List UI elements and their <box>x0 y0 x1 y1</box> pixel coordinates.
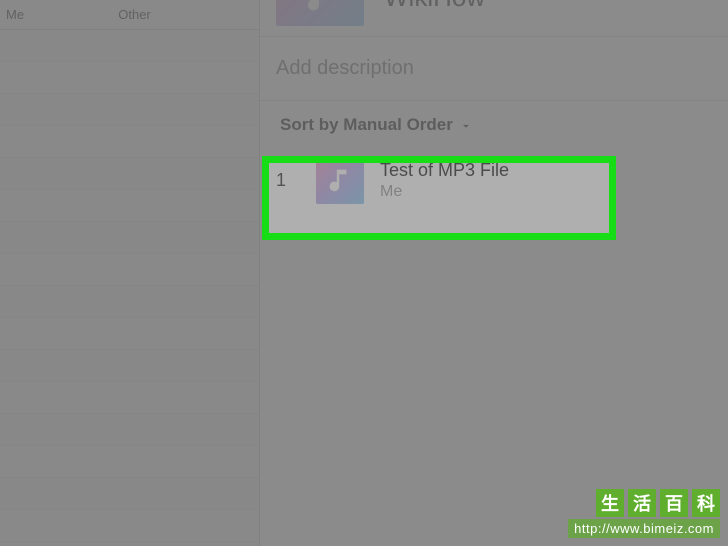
sidebar-tabs: Me Other <box>0 0 259 30</box>
sort-label: Sort by Manual Order <box>280 115 453 135</box>
track-row[interactable]: 1 Test of MP3 File Me <box>260 147 728 213</box>
app-window: Me Other <box>0 0 728 546</box>
sort-dropdown[interactable]: Sort by Manual Order <box>260 101 728 147</box>
main-panel: WikiHow Sort by Manual Order 1 T <box>260 0 728 546</box>
sidebar-tab-me[interactable]: Me <box>0 7 40 22</box>
track-artist: Me <box>380 183 509 201</box>
track-number: 1 <box>276 170 300 191</box>
list-item[interactable] <box>0 446 259 478</box>
list-item[interactable] <box>0 158 259 190</box>
list-item[interactable] <box>0 94 259 126</box>
music-note-icon <box>326 166 355 195</box>
list-item[interactable] <box>0 414 259 446</box>
list-item[interactable] <box>0 222 259 254</box>
list-item[interactable] <box>0 30 259 62</box>
list-item[interactable] <box>0 350 259 382</box>
sidebar-tab-other[interactable]: Other <box>40 7 259 22</box>
playlist-description-row <box>260 37 728 101</box>
playlist-header: WikiHow <box>260 0 728 37</box>
track-artwork <box>316 156 364 204</box>
track-list: 1 Test of MP3 File Me <box>260 147 728 546</box>
track-empty-row <box>260 345 728 411</box>
playlist-artwork[interactable] <box>276 0 364 26</box>
track-meta: Test of MP3 File Me <box>380 160 509 201</box>
sidebar: Me Other <box>0 0 260 546</box>
playlist-title[interactable]: WikiHow <box>384 0 485 13</box>
list-item[interactable] <box>0 62 259 94</box>
list-item[interactable] <box>0 318 259 350</box>
list-item[interactable] <box>0 190 259 222</box>
chevron-down-icon <box>459 115 473 135</box>
list-item[interactable] <box>0 126 259 158</box>
list-item[interactable] <box>0 382 259 414</box>
list-item[interactable] <box>0 510 259 542</box>
track-title: Test of MP3 File <box>380 160 509 181</box>
list-item[interactable] <box>0 478 259 510</box>
track-empty-row <box>260 213 728 279</box>
sidebar-list <box>0 30 259 542</box>
playlist-description-input[interactable] <box>276 57 728 80</box>
music-note-icon <box>294 0 347 15</box>
list-item[interactable] <box>0 254 259 286</box>
track-empty-row <box>260 279 728 345</box>
list-item[interactable] <box>0 286 259 318</box>
